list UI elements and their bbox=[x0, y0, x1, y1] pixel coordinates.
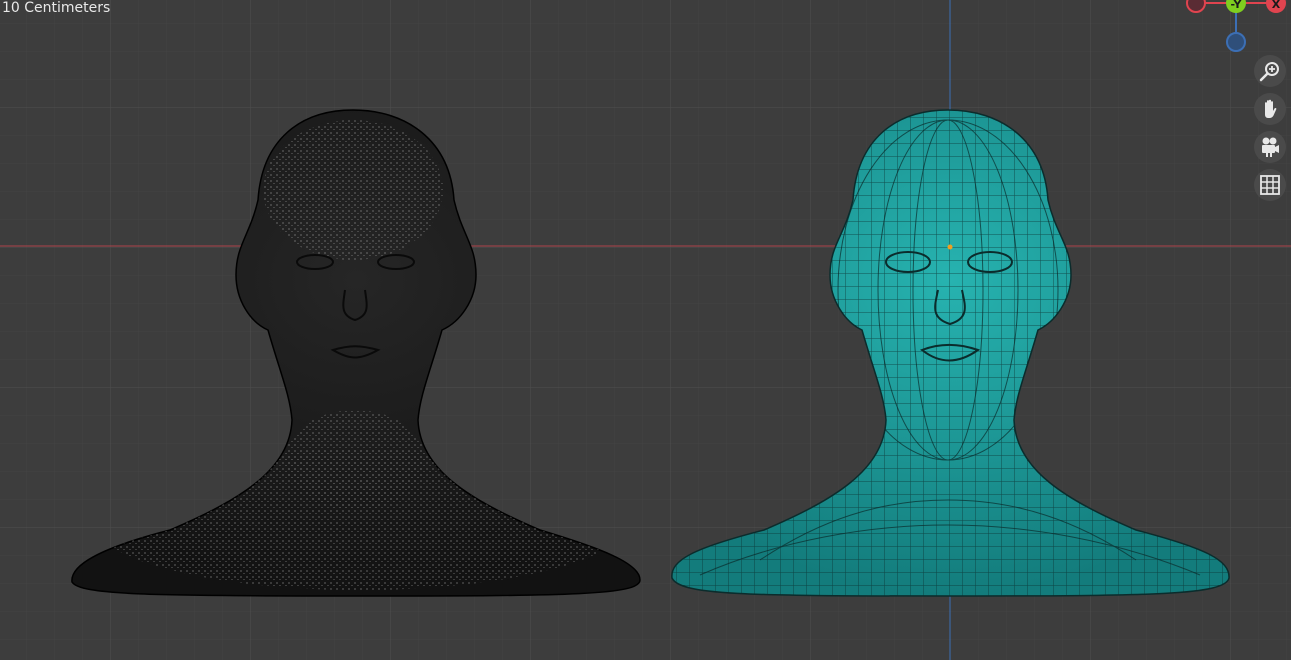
3d-viewport[interactable]: -Y X bbox=[0, 0, 1291, 660]
zoom-button[interactable] bbox=[1254, 55, 1286, 87]
zoom-icon bbox=[1259, 62, 1279, 82]
camera-view-button[interactable] bbox=[1254, 131, 1286, 163]
gizmo-y-label: -Y bbox=[1231, 0, 1243, 11]
gizmo-neg-z-circle[interactable] bbox=[1226, 32, 1246, 52]
grid-scale-label: 10 Centimeters bbox=[2, 0, 111, 16]
gizmo-neg-x-circle[interactable] bbox=[1186, 0, 1206, 13]
grid-projection-icon bbox=[1260, 175, 1280, 195]
camera-icon bbox=[1262, 137, 1279, 157]
gizmo-x-label: X bbox=[1272, 0, 1281, 11]
grid-projection-button[interactable] bbox=[1254, 169, 1286, 201]
object-origin-dot[interactable] bbox=[947, 244, 953, 250]
pan-button[interactable] bbox=[1254, 93, 1286, 125]
pan-hand-icon bbox=[1265, 99, 1277, 118]
